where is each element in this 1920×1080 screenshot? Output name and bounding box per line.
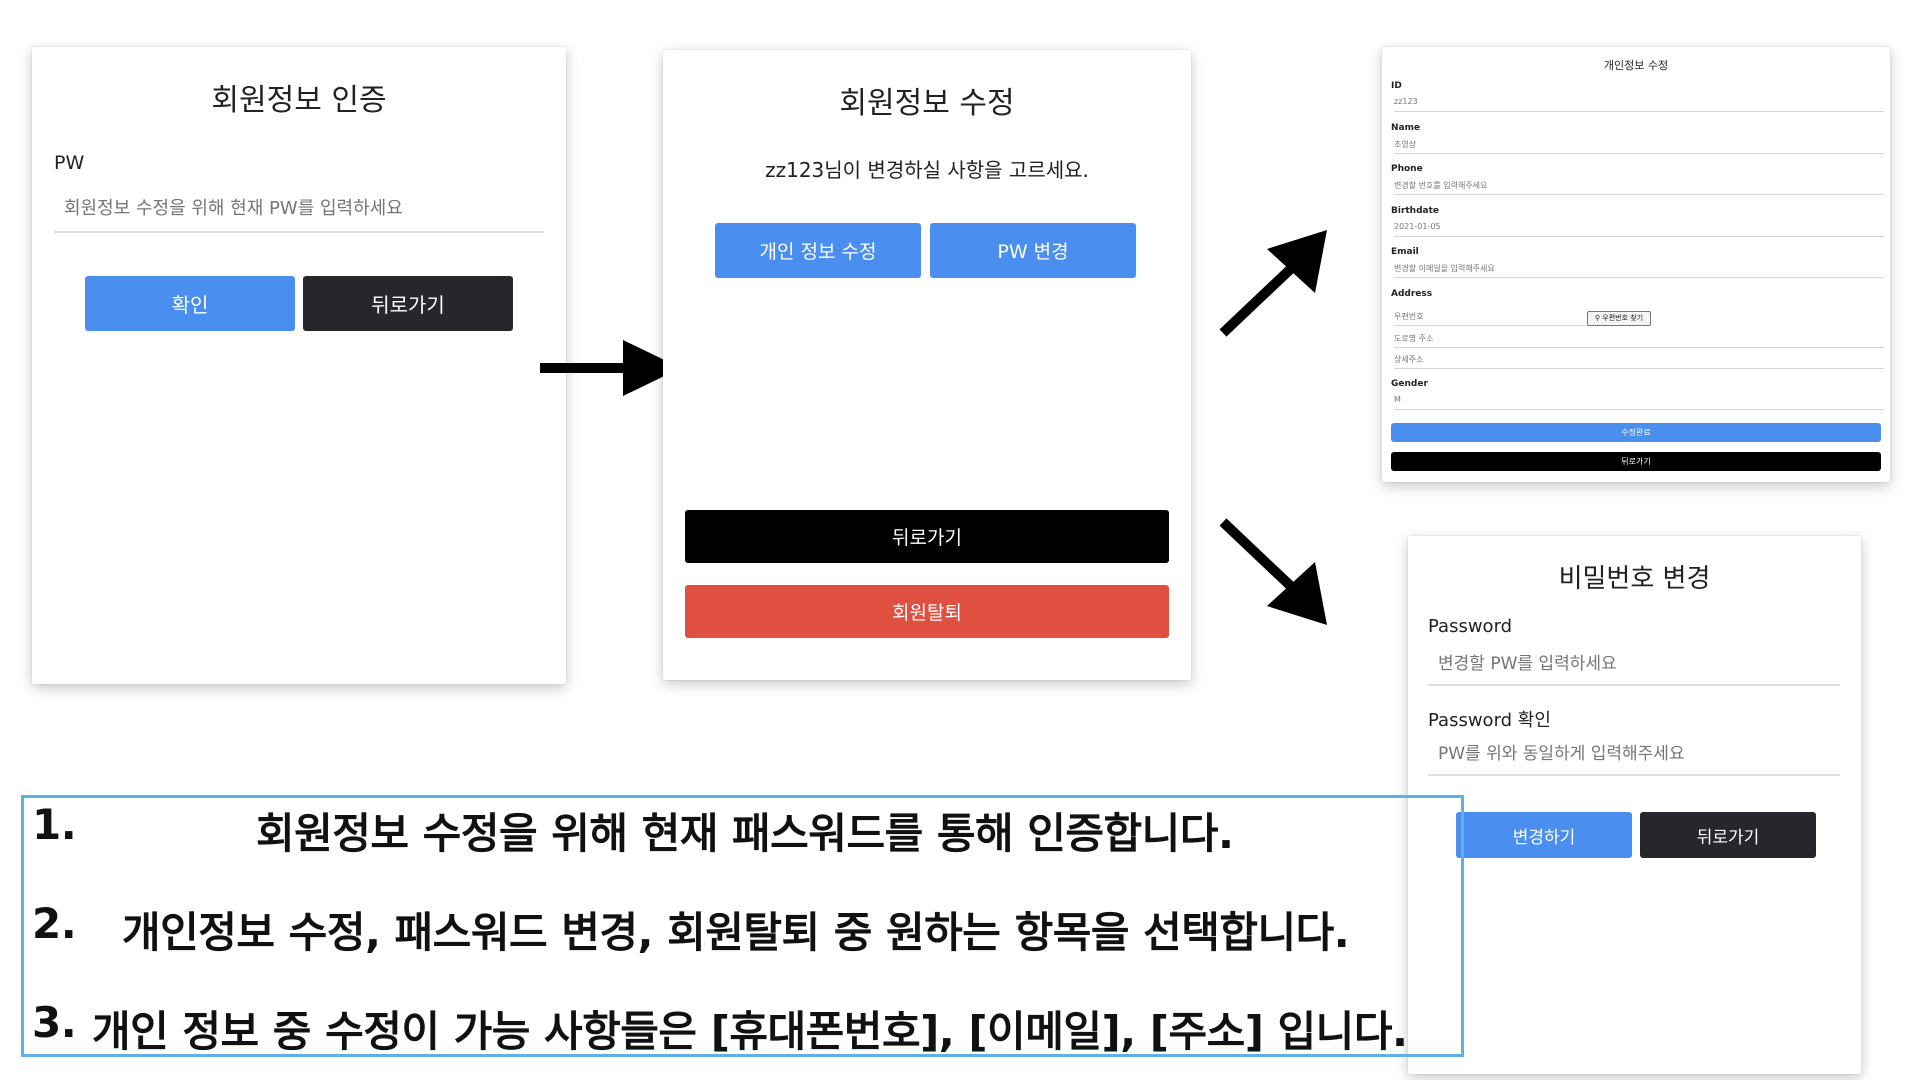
caption-3-number: 3. <box>32 998 77 1047</box>
field-label-name: Name <box>1391 123 1421 133</box>
caption-2: 개인정보 수정, 패스워드 변경, 회원탈퇴 중 원하는 항목을 선택합니다. <box>122 908 1350 957</box>
edit-card-title: 회원정보 수정 <box>839 86 1015 121</box>
road-address-input[interactable]: 도로명 주소 <box>1394 333 1884 348</box>
zip-search-button[interactable]: ⚲ 우편번호 찾기 <box>1587 311 1651 326</box>
password-label: Password <box>1428 616 1513 637</box>
zip-input[interactable]: 우편번호 <box>1394 311 1588 326</box>
search-icon: ⚲ <box>1594 314 1601 322</box>
arrow-down-right-icon <box>1219 518 1327 625</box>
back-button[interactable]: 뒤로가기 <box>303 276 513 331</box>
arrow-up-right-icon <box>1219 230 1327 337</box>
password-confirm-label: Password 확인 <box>1428 710 1551 731</box>
auth-card-title: 회원정보 인증 <box>211 83 387 118</box>
back-button[interactable]: 뒤로가기 <box>1640 812 1816 858</box>
change-password-button[interactable]: 변경하기 <box>1456 812 1632 858</box>
caption-3: 개인 정보 중 수정이 가능 사항들은 [휴대폰번호], [이메일], [주소]… <box>92 1007 1408 1056</box>
confirm-password-input[interactable] <box>1428 734 1840 776</box>
password-card-title: 비밀번호 변경 <box>1558 564 1711 594</box>
field-label-address: Address <box>1391 289 1433 299</box>
edit-card: 회원정보 수정 zz123님이 변경하실 사항을 고르세요. 개인 정보 수정 … <box>663 50 1191 680</box>
caption-1-number: 1. <box>32 800 77 849</box>
field-id-value: zz123 <box>1394 97 1884 112</box>
phone-input[interactable]: 변경할 번호를 입력해주세요 <box>1394 180 1884 195</box>
submit-button[interactable]: 수정완료 <box>1391 423 1881 442</box>
new-password-input[interactable] <box>1428 644 1840 686</box>
field-label-birthdate: Birthdate <box>1391 206 1440 216</box>
field-label-phone: Phone <box>1391 164 1423 174</box>
confirm-button[interactable]: 확인 <box>85 276 295 331</box>
personal-info-button[interactable]: 개인 정보 수정 <box>715 223 921 278</box>
back-button[interactable]: 뒤로가기 <box>685 510 1169 563</box>
back-button[interactable]: 뒤로가기 <box>1391 452 1881 471</box>
edit-prompt: zz123님이 변경하실 사항을 고르세요. <box>765 158 1089 182</box>
email-input[interactable]: 변경할 이메일을 입력해주세요 <box>1394 263 1884 278</box>
arrow-right-icon <box>540 340 681 396</box>
personal-card-title: 개인정보 수정 <box>1603 59 1669 72</box>
caption-2-number: 2. <box>32 899 77 948</box>
field-name-value: 조영상 <box>1394 139 1884 154</box>
detail-address-input[interactable]: 상세주소 <box>1394 354 1884 369</box>
field-label-email: Email <box>1391 247 1419 257</box>
field-label-id: ID <box>1391 81 1402 91</box>
field-birthdate-value: 2021-01-05 <box>1394 222 1884 237</box>
zip-search-label: 우편번호 찾기 <box>1602 314 1644 322</box>
personal-info-card: 개인정보 수정 ID zz123 Name 조영상 Phone 변경할 번호를 … <box>1382 47 1890 482</box>
caption-box: 1. 회원정보 수정을 위해 현재 패스워드를 통해 인증합니다. 2. 개인정… <box>21 795 1464 1057</box>
auth-card: 회원정보 인증 PW 확인 뒤로가기 <box>32 47 566 684</box>
withdraw-button[interactable]: 회원탈퇴 <box>685 585 1169 638</box>
field-label-gender: Gender <box>1391 379 1428 389</box>
caption-1: 회원정보 수정을 위해 현재 패스워드를 통해 인증합니다. <box>256 809 1234 858</box>
current-pw-input[interactable] <box>54 185 544 233</box>
password-card: 비밀번호 변경 Password Password 확인 변경하기 뒤로가기 <box>1408 536 1861 1074</box>
pw-label: PW <box>54 152 85 174</box>
field-gender-value: M <box>1394 395 1884 410</box>
pw-change-button[interactable]: PW 변경 <box>930 223 1136 278</box>
